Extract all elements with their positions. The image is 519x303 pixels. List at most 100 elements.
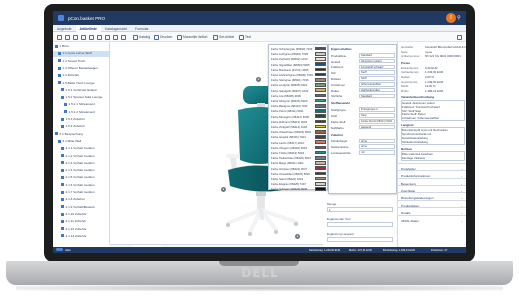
tree-item[interactable]: 2.1.10 Zubehör [53, 212, 109, 218]
tree-item[interactable]: 2.1.12 Zubehör [53, 227, 109, 233]
tree-item[interactable]: 2.1.3 Vorhalt medium [53, 161, 109, 167]
prop-select[interactable]: Stoff [359, 76, 395, 81]
menu-tab-formular[interactable]: Formular [131, 25, 153, 32]
add-icon[interactable] [57, 34, 62, 40]
redo-icon[interactable] [121, 34, 126, 40]
title-bar: pCon.basket PRO ! ⚲ [53, 11, 466, 25]
prop-select[interactable]: Aluminium poliert [359, 58, 395, 64]
properties-popup: Eigenschaften Produktlinie Standard Gestell… [328, 44, 397, 194]
color-swatch [315, 155, 326, 160]
tree-node-icon [61, 88, 64, 92]
tree-item[interactable]: 2.1.5 Vorhalt medium [53, 175, 109, 181]
status-positions: Positionen: 27 [431, 248, 448, 252]
long-text-input[interactable] [327, 237, 393, 242]
tree-item[interactable]: 1.5.4 Zubehör [53, 124, 109, 130]
paste-icon[interactable] [73, 34, 78, 40]
color-swatch [315, 57, 326, 61]
delete-icon[interactable] [81, 34, 86, 40]
tree-node-icon [58, 139, 61, 143]
group-icon[interactable] [105, 34, 110, 40]
tree-item[interactable]: 2.1 Besprechung [53, 132, 109, 138]
toolbar-katalog-button[interactable]: Katalog [139, 35, 150, 39]
tree-item[interactable]: 2.1.13 Zubehör [53, 233, 109, 240]
prop-select[interactable]: höhenverstellbar [359, 82, 395, 87]
print-icon[interactable] [154, 34, 159, 40]
move-down-icon[interactable] [97, 34, 102, 40]
toolbar-drucken-button[interactable]: Drucken [160, 35, 172, 39]
tree-item[interactable]: 2.1.6 Vorhalt medium [53, 183, 109, 189]
chevron-down-icon: ⌄ [460, 218, 463, 223]
tree-item[interactable]: 2.1 Mitte Wall [53, 139, 109, 145]
tree-item[interactable]: 1.5.1 Verbinder Eckteil [53, 88, 109, 94]
color-swatch [315, 109, 326, 113]
undo-icon[interactable] [113, 34, 118, 40]
prop-select[interactable]: Standard [359, 53, 395, 58]
tree-node-icon [61, 219, 64, 223]
prop-select[interactable]: Step [359, 113, 395, 118]
color-swatch [315, 140, 326, 144]
prop-select[interactable]: Stoff [359, 70, 395, 75]
tree-item[interactable]: 2.1.8 Zubehör [53, 197, 109, 203]
tree-item[interactable]: 1.5.3 Zubehör [53, 117, 109, 123]
tree-item[interactable]: 2.1.11 Zubehör [53, 219, 109, 225]
color-swatch [315, 88, 326, 92]
tree-item[interactable]: 1.5.2.1 Sitzelement [53, 102, 109, 108]
prop-select[interactable]: ohne [359, 144, 395, 149]
tree-item[interactable]: 1.5.2.2 Sitzelement [53, 110, 109, 116]
prop-select[interactable]: Hartbodenrollen [359, 87, 395, 93]
hotspot-base-icon[interactable]: ● [295, 234, 300, 239]
menu-tab-angebote[interactable]: Angebote [53, 25, 76, 32]
tree-item[interactable]: 2.1.9 Vorhalt/Besteck [53, 205, 109, 211]
extra-text-input[interactable] [327, 222, 393, 227]
tree-item[interactable]: 1.1 myos Lehne Stoff [53, 51, 109, 58]
accordion-section[interactable]: OFML-Daten ⌄ [398, 214, 466, 224]
manual-article-icon[interactable] [177, 34, 182, 40]
user-icon[interactable]: ⚲ [457, 15, 461, 21]
prop-select[interactable]: ohne [359, 138, 395, 144]
prop-select[interactable]: Farbe Petrol (68411) 5021 [359, 119, 395, 124]
notification-icon[interactable]: ! [446, 13, 456, 23]
tree-item[interactable]: 2.1.1 Vorhalt medium [53, 146, 109, 152]
tree-item[interactable]: 2.1.2 Vorhalt medium [53, 154, 109, 160]
detail-value: 19,00 % [425, 84, 436, 89]
catalog-icon[interactable] [133, 34, 138, 40]
prop-select[interactable]: Preisgruppe 2 [359, 107, 395, 112]
tree-item[interactable]: 2.1.4 Vorhalt medium [53, 168, 109, 174]
set-article-icon[interactable] [213, 34, 218, 40]
toolbar-set-artikel-button[interactable]: Set-Artikel [219, 35, 234, 39]
tree-item[interactable]: 1.2 Sessel Tisch [53, 59, 109, 65]
tree-node-icon [61, 168, 64, 172]
prop-label: Gestell [331, 59, 340, 64]
prop-select[interactable]: Kunststoff schwarz [359, 64, 395, 70]
tree-item[interactable]: 1.3 Offener Beistellwagen [53, 66, 109, 72]
prop-select[interactable]: passend [359, 124, 395, 130]
tree-item-label: 1.5.4 Zubehör [65, 124, 85, 129]
color-option[interactable]: Farbe Schwarz (68426) 9005 [270, 186, 328, 191]
tree-item[interactable]: 2.1.7 Vorhalt medium [53, 190, 109, 196]
tree-item-label: 2.1.13 Zubehör [65, 233, 87, 238]
move-up-icon[interactable] [89, 34, 94, 40]
prop-select[interactable]: mit [359, 150, 395, 155]
panel-toggle-icon[interactable] [457, 34, 462, 40]
text-icon[interactable] [239, 34, 244, 40]
tree-item[interactable]: 1 Büro [53, 44, 109, 50]
hotspot-headrest-icon[interactable]: ● [256, 77, 261, 82]
color-swatch [315, 46, 326, 51]
hotspot-armrest-icon[interactable]: ● [221, 187, 226, 192]
prices-heading: Preise [401, 60, 411, 65]
menu-tab-artikelliste[interactable]: Artikelliste [75, 25, 101, 32]
tree-node-icon [61, 117, 64, 121]
toolbar-text-button[interactable]: Text [245, 35, 251, 39]
detail-key: MwSt. [401, 84, 410, 89]
copy-icon[interactable] [65, 34, 70, 40]
detail-key: Einkaufspreis [401, 65, 419, 70]
menu-tab-katalogansicht[interactable]: Katalogansicht [101, 25, 131, 32]
tree-item[interactable]: 1.4 Zubehör [53, 73, 109, 79]
tree-item[interactable]: 1.5.2 Sparset Sofa Lounge [53, 95, 109, 101]
tree-item[interactable]: 1.5 Basis Tisch Lounge [53, 81, 109, 87]
status-toggle[interactable] [56, 248, 63, 252]
prop-select[interactable]: Standard [359, 93, 395, 99]
tree-item-label: 1.1 myos Lehne Stoff [62, 51, 92, 56]
toolbar-manueller-artikel-button[interactable]: Manueller Artikel [183, 35, 207, 39]
quantity-input[interactable]: 1 [327, 207, 393, 212]
